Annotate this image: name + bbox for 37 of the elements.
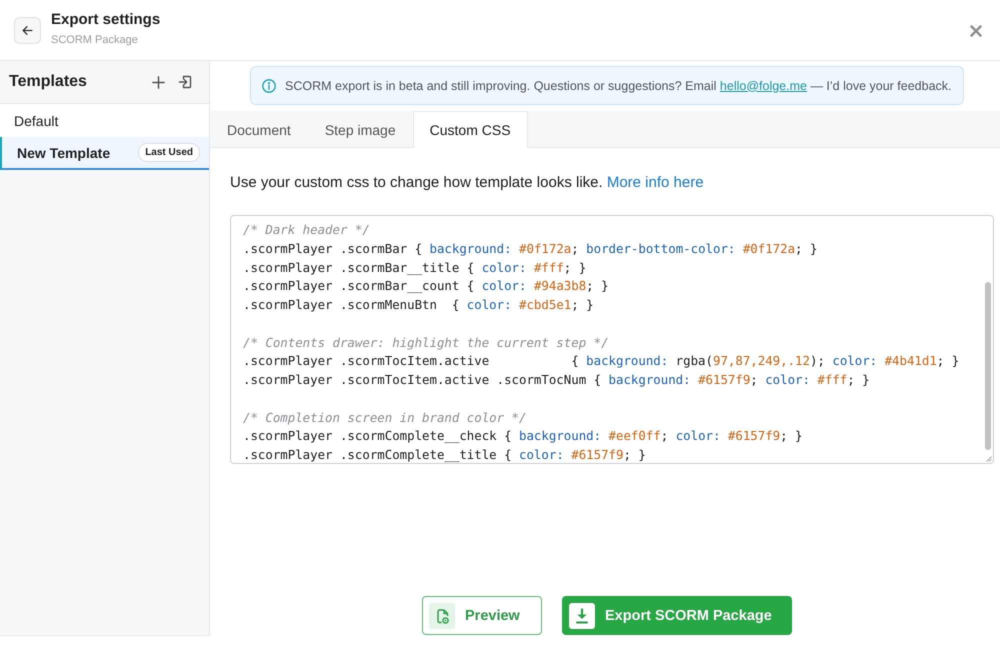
code-line: /* Dark header */ [243,221,370,239]
code-line: /* Completion screen in brand color */ [243,408,526,427]
sidebar-title: Templates [9,73,87,91]
add-button[interactable] [151,75,165,89]
file-eye-icon [429,602,455,628]
code-line: /* Contents drawer: highlight the current step */ [243,334,609,352]
arrow-into-box-icon [178,75,192,89]
code-line: .scormPlayer .scormTocItem.active .scormTocNum { background: #6157f9; color: #fff; } [243,371,870,389]
description-text: Use your custom css to change how template looks like. More info here [230,174,704,192]
code-line: .scormPlayer .scormComplete__title { color: #6157f9; } [243,446,646,463]
code-editor[interactable] [230,215,994,464]
code-line: .scormPlayer .scormBar__count { color: #94a3b8; } [243,277,609,296]
download-icon [569,602,595,628]
scrollbar-thumb[interactable] [985,282,991,450]
template-badge: Last Used [138,143,200,162]
tab[interactable]: Step image [308,111,413,147]
tab[interactable]: Document [210,111,308,147]
code-line: .scormPlayer .scormComplete__check { background: #eef0ff; color: #6157f9; } [243,427,803,446]
info-icon [262,78,276,92]
arrow-left-icon [21,24,34,36]
template-item[interactable]: Default [0,104,209,137]
code-line: .scormPlayer .scormMenuBtn { color: #cbd5e1; } [243,296,594,314]
plus-icon [152,76,164,88]
code-line: .scormPlayer .scormTocItem.active { background: rgba(97,87,249,.12); color: #4b41d1; } [243,352,960,370]
close-icon [970,25,982,37]
code-line: .scormPlayer .scormBar { background: #0f172a; border-bottom-color: #0f172a; } [243,240,818,258]
more-info-link[interactable]: More info here [606,174,704,191]
template-item[interactable]: New Template Last Used [0,137,209,170]
import-button[interactable] [178,75,192,89]
back-button[interactable] [14,16,41,44]
close-button[interactable] [969,24,983,38]
dialog-title: Export settings [51,11,160,29]
dialog-subtitle: SCORM Package [51,33,138,47]
resize-handle-icon[interactable] [986,456,992,462]
code-line: .scormPlayer .scormBar__title { color: #fff; } [243,258,586,277]
banner-text: SCORM export is in beta and still improving. Questions or suggestions? Email hello@folge.me — I’d love your feedback. [285,78,952,92]
tab[interactable]: Custom CSS [412,111,528,148]
